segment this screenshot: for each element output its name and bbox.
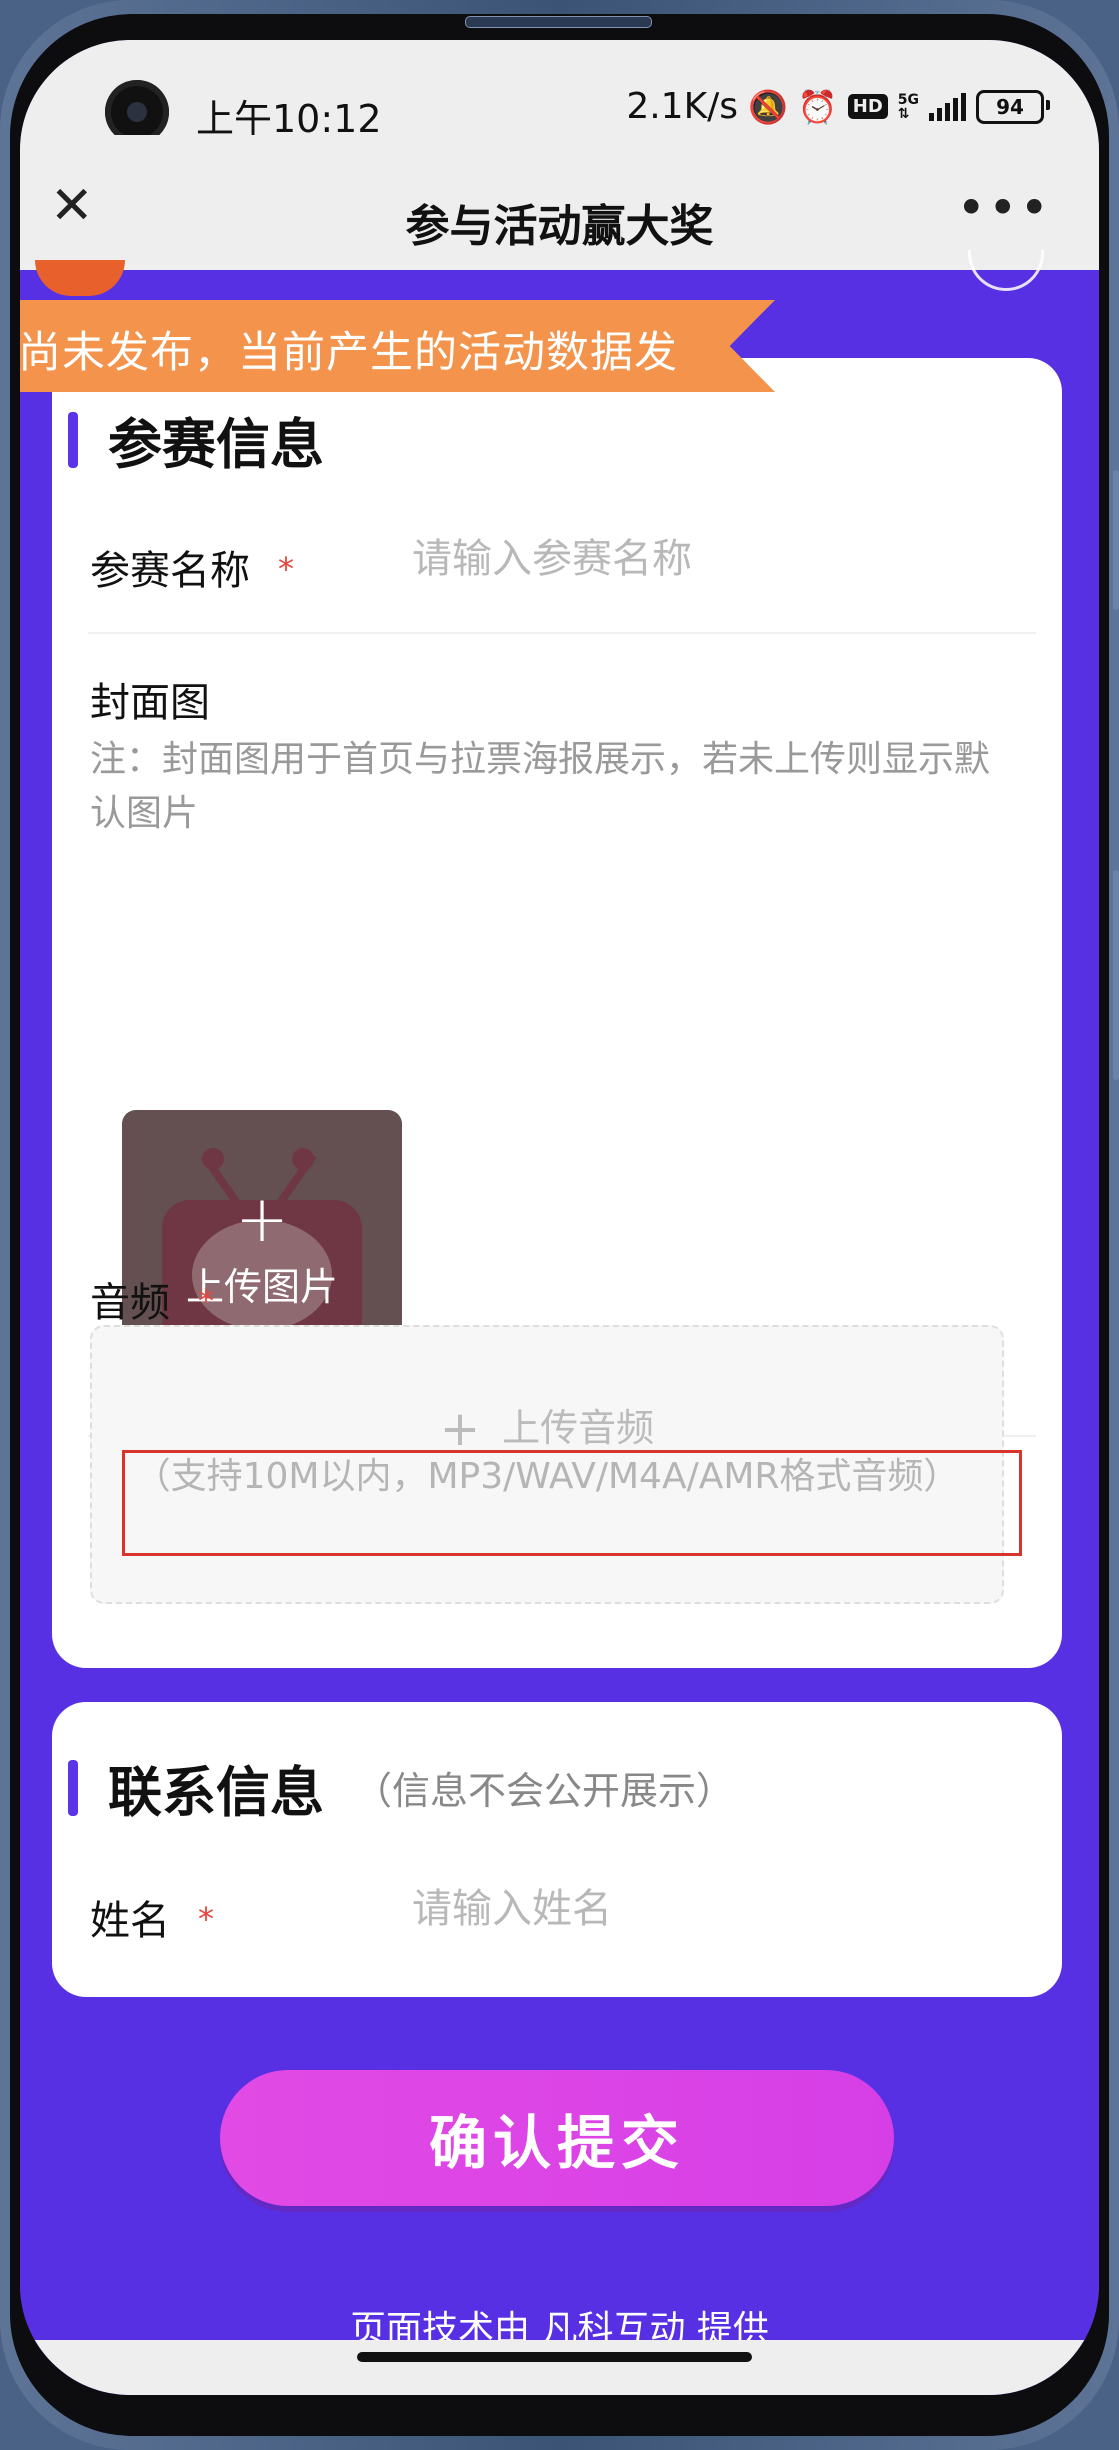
entry-section-title: 参赛信息 [108,413,324,476]
volume-button [1113,470,1119,610]
contact-name-label-text: 姓名 [90,1898,170,1944]
entry-section-header: 参赛信息 [68,400,324,479]
banner-text: 尚未发布，当前产生的活动数据发 [20,328,678,378]
battery-level: 94 [996,94,1024,119]
entry-name-label: 参赛名称 * [90,538,294,596]
nav-bar: ✕ 参与活动赢大奖 ••• [20,135,1099,270]
unpublished-banner: 尚未发布，当前产生的活动数据发 [20,300,775,392]
battery-icon: 94 [976,89,1050,124]
required-mark: * [198,1900,214,1938]
submit-button[interactable]: 确认提交 [220,2070,894,2206]
contact-section-note: （信息不会公开展示） [354,1769,735,1813]
alarm-icon: ⏰ [797,87,838,126]
contact-info-card [52,1702,1062,1997]
signal-icon [929,92,966,121]
audio-label: 音频 * [90,1270,214,1328]
upload-audio-button[interactable]: + 上传音频 [92,1397,1002,1457]
bell-muted-icon: 🔕 [748,87,788,126]
section-accent-bar [68,1759,78,1816]
power-button [1113,870,1119,1080]
contact-name-input[interactable] [412,1886,972,1932]
gesture-bar-area [20,2340,1099,2395]
cover-note: 注：封面图用于首页与拉票海报展示，若未上传则显示默认图片 [90,739,991,834]
network-type: 5G ⇅ [898,93,919,121]
contact-section-title: 联系信息 [108,1761,324,1824]
status-bar: 上午10:12 2.1K/s 🔕 ⏰ HD 5G ⇅ 94 [20,40,1099,144]
hd-badge: HD [847,94,888,119]
net-speed: 2.1K/s [626,86,739,127]
page-title: 参与活动赢大奖 [405,201,714,252]
network-label: 5G [897,91,919,108]
more-menu-icon[interactable]: ••• [957,179,1051,237]
audio-label-text: 音频 [90,1280,170,1326]
home-indicator[interactable] [357,2352,752,2362]
section-accent-bar [68,411,78,468]
cover-label: 封面图 [90,680,210,726]
contact-name-label: 姓名 * [90,1888,214,1946]
data-arrows-icon: ⇅ [897,105,910,122]
page-content: 尚未发布，当前产生的活动数据发 参赛信息 参赛名称 * 封面图 注：封面图用于首页… [20,250,1099,2395]
contact-section-header: 联系信息 （信息不会公开展示） [68,1748,734,1827]
screen: 上午10:12 2.1K/s 🔕 ⏰ HD 5G ⇅ 94 ✕ 参与活动赢大奖 … [20,40,1099,2395]
earpiece-slot [465,16,652,28]
highlight-box [122,1450,1022,1556]
divider [88,632,1036,634]
plus-icon: + [235,1182,289,1257]
music-toggle-icon[interactable] [968,250,1044,291]
upload-audio-label: 上传音频 [502,1406,655,1450]
required-mark: * [278,550,294,588]
required-mark: * [198,1282,214,1320]
entry-name-label-text: 参赛名称 [90,548,250,594]
activity-badge-icon [35,260,125,296]
status-indicators: 2.1K/s 🔕 ⏰ HD 5G ⇅ 94 [626,86,1050,127]
entry-name-input[interactable] [412,536,972,582]
